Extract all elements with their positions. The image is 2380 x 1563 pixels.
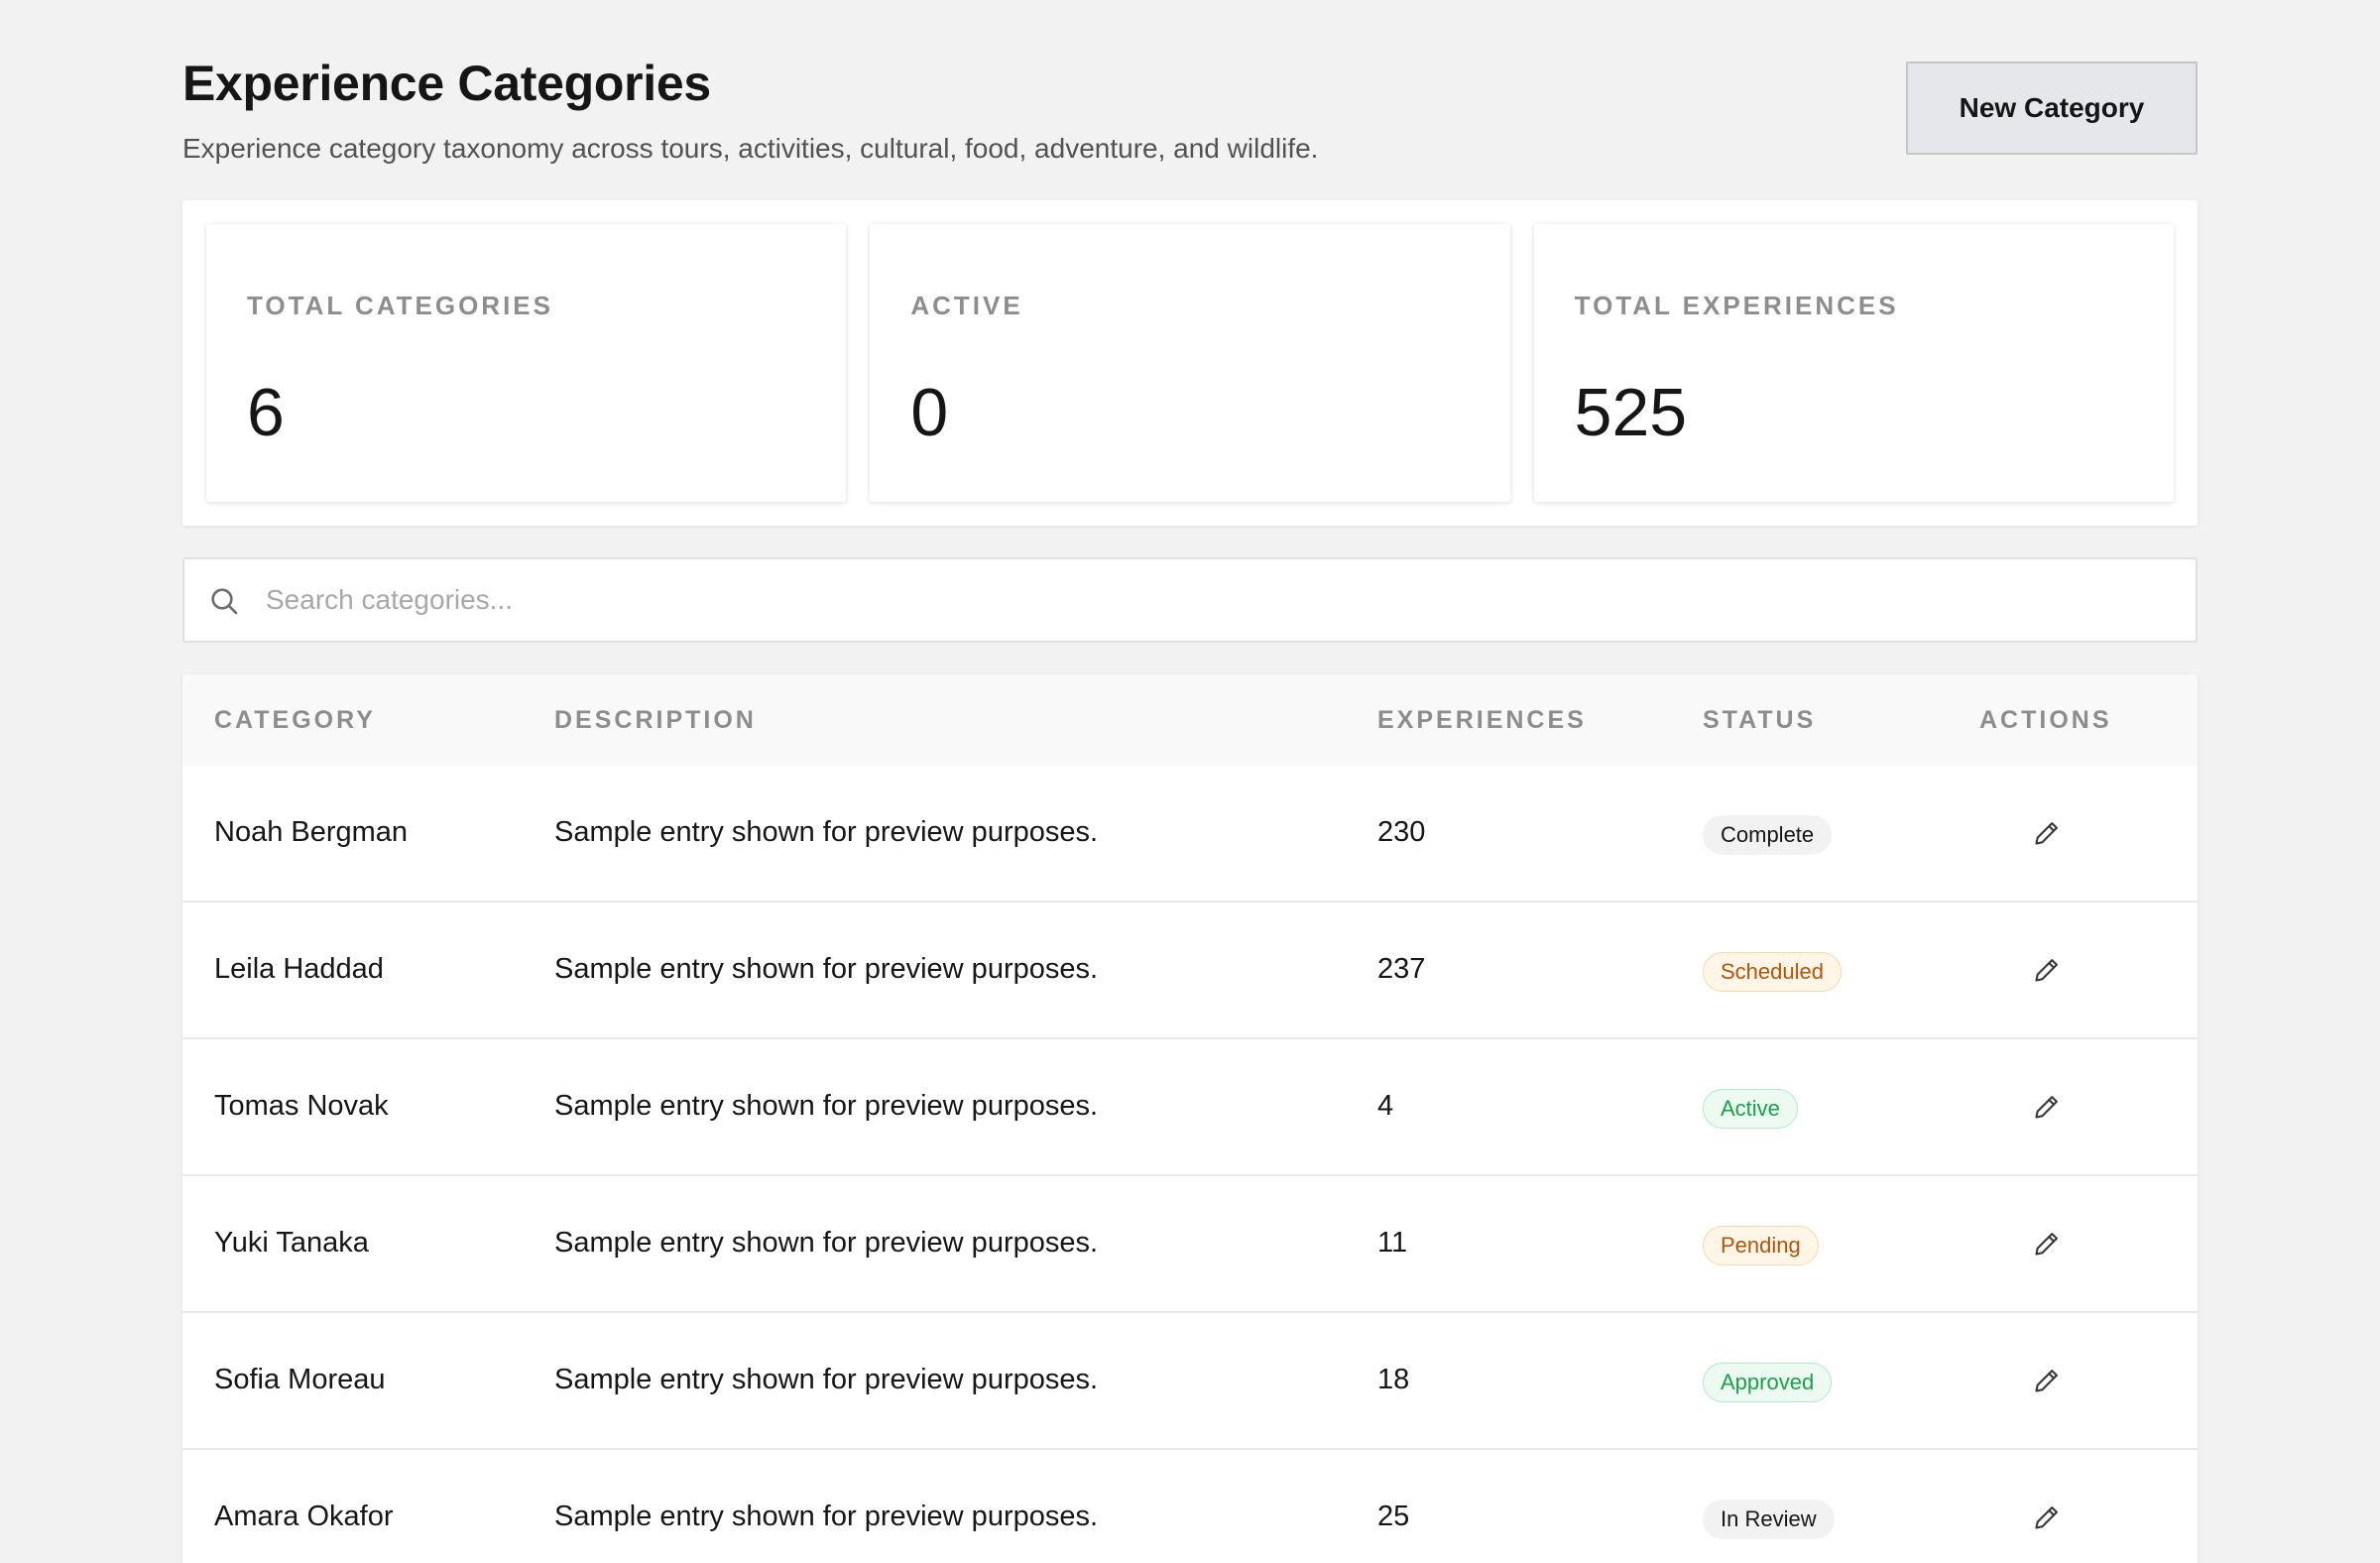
- edit-button[interactable]: [2023, 1494, 2071, 1541]
- edit-button[interactable]: [2023, 1357, 2071, 1404]
- table-row: Amara Okafor Sample entry shown for prev…: [182, 1450, 2198, 1563]
- column-header-category: CATEGORY: [214, 706, 376, 734]
- experience-count: 11: [1377, 1227, 1408, 1259]
- table-row: Sofia Moreau Sample entry shown for prev…: [182, 1313, 2198, 1450]
- categories-table: CATEGORY DESCRIPTION EXPERIENCES STATUS …: [182, 674, 2198, 1563]
- category-name: Yuki Tanaka: [214, 1227, 369, 1259]
- edit-button[interactable]: [2023, 809, 2071, 857]
- status-badge: Complete: [1703, 815, 1833, 855]
- stat-label: TOTAL EXPERIENCES: [1574, 291, 1899, 320]
- column-header-status: STATUS: [1703, 706, 1817, 734]
- column-header-actions: ACTIONS: [1979, 706, 2112, 734]
- stat-label: TOTAL CATEGORIES: [247, 291, 553, 320]
- experience-count: 237: [1377, 953, 1426, 985]
- new-category-button[interactable]: New Category: [1906, 61, 2198, 155]
- search-icon: [211, 588, 238, 615]
- status-badge: Approved: [1703, 1363, 1833, 1402]
- stat-value: 525: [1574, 375, 1688, 450]
- search-box: [182, 557, 2198, 643]
- category-name: Leila Haddad: [214, 953, 384, 985]
- stat-card-active: ACTIVE 0: [870, 224, 1510, 502]
- stat-value: 0: [910, 375, 949, 450]
- category-name: Tomas Novak: [214, 1090, 389, 1122]
- pencil-icon: [2035, 822, 2058, 845]
- category-description: Sample entry shown for preview purposes.: [554, 1090, 1099, 1122]
- status-badge: Scheduled: [1703, 952, 1842, 992]
- stat-card-total-experiences: TOTAL EXPERIENCES 525: [1533, 224, 2174, 502]
- page-subtitle: Experience category taxonomy across tour…: [182, 133, 1319, 164]
- stat-card-total-categories: TOTAL CATEGORIES 6: [206, 224, 847, 502]
- stat-value: 6: [247, 375, 285, 450]
- column-header-description: DESCRIPTION: [554, 706, 757, 734]
- edit-button[interactable]: [2023, 946, 2071, 994]
- category-name: Sofia Moreau: [214, 1364, 386, 1395]
- pencil-icon: [2035, 959, 2058, 982]
- category-description: Sample entry shown for preview purposes.: [554, 816, 1099, 848]
- table-header: CATEGORY DESCRIPTION EXPERIENCES STATUS …: [182, 674, 2198, 766]
- experience-count: 230: [1377, 816, 1426, 848]
- page: Experience Categories Experience categor…: [0, 0, 2380, 1563]
- table-row: Tomas Novak Sample entry shown for previ…: [182, 1039, 2198, 1176]
- edit-button[interactable]: [2023, 1083, 2071, 1131]
- pencil-icon: [2035, 1233, 2058, 1256]
- category-description: Sample entry shown for preview purposes.: [554, 953, 1099, 985]
- pencil-icon: [2035, 1096, 2058, 1119]
- experience-count: 18: [1377, 1364, 1410, 1395]
- status-badge: Pending: [1703, 1226, 1819, 1265]
- experience-count: 25: [1377, 1501, 1410, 1532]
- category-description: Sample entry shown for preview purposes.: [554, 1501, 1099, 1532]
- table-row: Leila Haddad Sample entry shown for prev…: [182, 902, 2198, 1039]
- column-header-experiences: EXPERIENCES: [1377, 706, 1587, 734]
- experience-count: 4: [1377, 1090, 1394, 1122]
- page-header: Experience Categories Experience categor…: [182, 52, 2198, 171]
- category-name: Amara Okafor: [214, 1501, 394, 1532]
- status-badge: In Review: [1703, 1500, 1835, 1539]
- category-description: Sample entry shown for preview purposes.: [554, 1364, 1099, 1395]
- stat-label: ACTIVE: [910, 291, 1023, 320]
- status-badge: Active: [1703, 1089, 1798, 1129]
- table-body: Noah Bergman Sample entry shown for prev…: [182, 766, 2198, 1563]
- pencil-icon: [2035, 1506, 2058, 1529]
- edit-button[interactable]: [2023, 1220, 2071, 1267]
- page-title: Experience Categories: [182, 56, 711, 111]
- category-description: Sample entry shown for preview purposes.: [554, 1227, 1099, 1259]
- table-row: Noah Bergman Sample entry shown for prev…: [182, 766, 2198, 902]
- pencil-icon: [2035, 1370, 2058, 1392]
- search-input[interactable]: [264, 559, 2178, 641]
- table-row: Yuki Tanaka Sample entry shown for previ…: [182, 1176, 2198, 1313]
- stats-panel: TOTAL CATEGORIES 6 ACTIVE 0 TOTAL EXPERI…: [182, 200, 2198, 526]
- category-name: Noah Bergman: [214, 816, 409, 848]
